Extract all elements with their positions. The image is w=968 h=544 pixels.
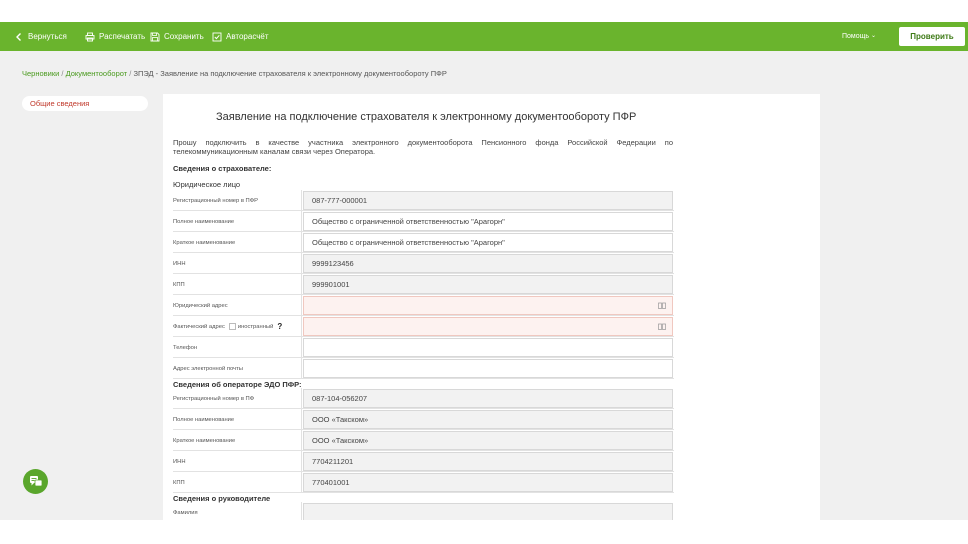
bottom-margin <box>0 520 968 544</box>
form-row-operator-inn: ИНН 7704211201 <box>173 451 674 472</box>
foreign-label: иностранный <box>237 323 274 330</box>
chevron-down-icon: ⌄ <box>871 33 877 39</box>
form-row-operator-short-name: Краткое наименование ООО «Такском» <box>173 430 674 451</box>
form-row-kpp: КПП 999901001 <box>173 274 674 295</box>
form-title: Заявление на подключение страхователя к … <box>216 111 637 123</box>
print-label: Распечатать <box>99 32 146 41</box>
form-row-actual-address: Фактический адрес иностранный ? <box>173 316 674 337</box>
row-label: ИНН <box>173 451 302 472</box>
form-row-legal-address: Юридический адрес <box>173 295 674 316</box>
help-icon[interactable]: ? <box>277 322 282 331</box>
back-button[interactable]: Вернуться <box>14 22 67 51</box>
checkbox-checked-icon <box>212 32 222 41</box>
help-menu[interactable]: Помощь ⌄ <box>842 22 876 51</box>
operator-inn-field[interactable]: 7704211201 <box>303 452 673 471</box>
toolbar: Вернуться Распечатать Сохранить Авторасч… <box>0 22 968 51</box>
row-label: Фактический адрес иностранный ? <box>173 316 302 337</box>
row-label: КПП <box>173 472 302 493</box>
breadcrumb-drafts[interactable]: Черновики <box>22 69 59 78</box>
breadcrumb: Черновики / Документооборот / ЗПЭД - Зая… <box>22 69 447 78</box>
row-label: Юридический адрес <box>173 295 302 316</box>
top-margin <box>0 0 968 22</box>
breadcrumb-current: ЗПЭД - Заявление на подключение страхова… <box>133 69 447 78</box>
row-label: Полное наименование <box>173 211 302 232</box>
book-icon[interactable] <box>658 323 666 330</box>
row-label: Полное наименование <box>173 409 302 430</box>
printer-icon <box>85 32 95 41</box>
row-label: Краткое наименование <box>173 430 302 451</box>
row-label: Регистрационный номер в ПФР <box>173 190 302 211</box>
chevron-left-icon <box>16 32 21 41</box>
operator-reg-number-field[interactable]: 087-104-056207 <box>303 389 673 408</box>
insurer-heading: Сведения о страхователе: <box>173 164 272 173</box>
form-row-short-name: Краткое наименование Общество с ограниче… <box>173 232 674 253</box>
email-field[interactable] <box>303 359 673 378</box>
phone-field[interactable] <box>303 338 673 357</box>
help-label: Помощь <box>842 33 870 40</box>
row-label: Регистрационный номер в ПФ <box>173 388 302 409</box>
pfr-reg-number-field[interactable]: 087-777-000001 <box>303 191 673 210</box>
legal-entity-label: Юридическое лицо <box>173 180 241 189</box>
legal-address-field[interactable] <box>303 296 673 315</box>
operator-kpp-field[interactable]: 770401001 <box>303 473 673 492</box>
form-row-operator-reg-number: Регистрационный номер в ПФ 087-104-05620… <box>173 388 674 409</box>
form-row-operator-full-name: Полное наименование ООО «Такском» <box>173 409 674 430</box>
foreign-checkbox[interactable] <box>228 323 236 330</box>
chat-button[interactable] <box>23 469 48 494</box>
actual-address-label: Фактический адрес <box>173 323 225 330</box>
actual-address-field[interactable] <box>303 317 673 336</box>
form-row-operator-kpp: КПП 770401001 <box>173 472 674 493</box>
full-name-field[interactable]: Общество с ограниченной ответственностью… <box>303 212 673 231</box>
back-label: Вернуться <box>28 32 67 41</box>
form-row-inn: ИНН 9999123456 <box>173 253 674 274</box>
row-label: Фамилия <box>173 502 302 520</box>
form-row-full-name: Полное наименование Общество с ограничен… <box>173 211 674 232</box>
inn-field[interactable]: 9999123456 <box>303 254 673 273</box>
operator-full-name-field[interactable]: ООО «Такском» <box>303 410 673 429</box>
save-icon <box>150 32 160 41</box>
form-row-pfr-reg-number: Регистрационный номер в ПФР 087-777-0000… <box>173 190 674 211</box>
form-row-director-surname: Фамилия <box>173 502 674 520</box>
save-label: Сохранить <box>164 32 204 41</box>
intro-text: Прошу подключить в качестве участника эл… <box>173 138 673 156</box>
row-label: ИНН <box>173 253 302 274</box>
form-card: Заявление на подключение страхователя к … <box>163 94 820 520</box>
director-surname-field[interactable] <box>303 503 673 520</box>
autocalc-toggle[interactable]: Авторасчёт <box>212 22 269 51</box>
sidebar-item-general-info[interactable]: Общие сведения <box>22 96 148 111</box>
row-label: Адрес электронной почты <box>173 358 302 379</box>
row-label: Телефон <box>173 337 302 358</box>
form-row-phone: Телефон <box>173 337 674 358</box>
form-row-email: Адрес электронной почты <box>173 358 674 379</box>
breadcrumb-docflow[interactable]: Документооборот <box>66 69 128 78</box>
chat-icon <box>29 476 42 487</box>
operator-short-name-field[interactable]: ООО «Такском» <box>303 431 673 450</box>
save-button[interactable]: Сохранить <box>150 22 204 51</box>
short-name-field[interactable]: Общество с ограниченной ответственностью… <box>303 233 673 252</box>
book-icon[interactable] <box>658 302 666 309</box>
check-button[interactable]: Проверить <box>899 27 965 46</box>
autocalc-label: Авторасчёт <box>226 32 269 41</box>
row-label: Краткое наименование <box>173 232 302 253</box>
print-button[interactable]: Распечатать <box>85 22 145 51</box>
row-label: КПП <box>173 274 302 295</box>
kpp-field[interactable]: 999901001 <box>303 275 673 294</box>
page-body: Черновики / Документооборот / ЗПЭД - Зая… <box>0 51 968 520</box>
